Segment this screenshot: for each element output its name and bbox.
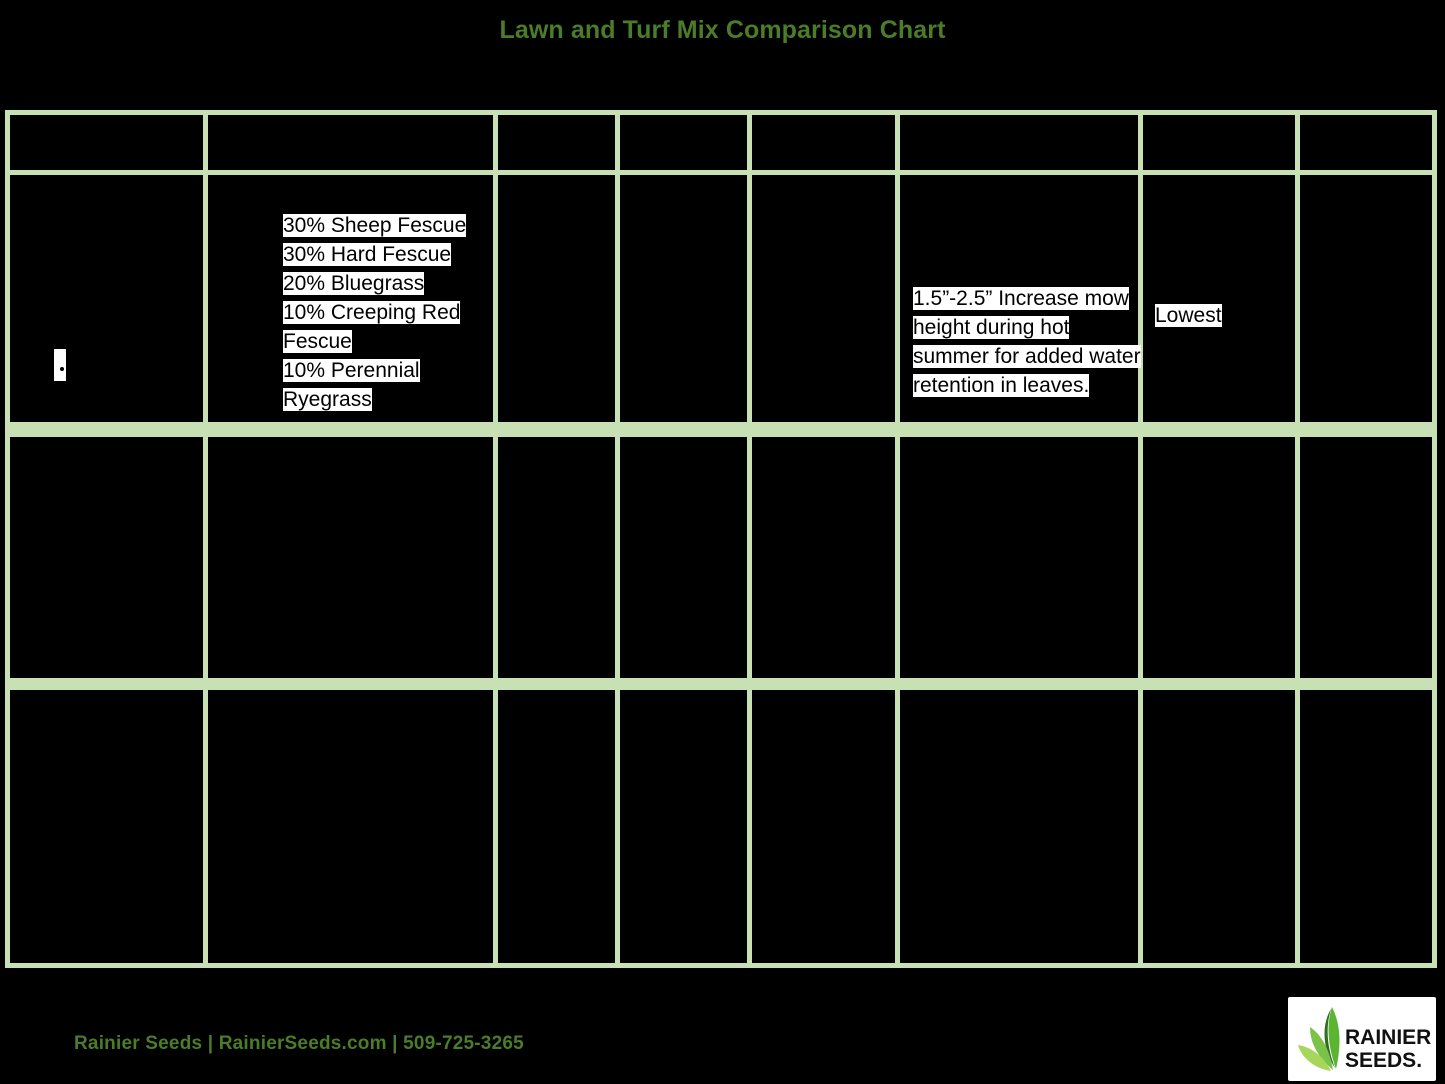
render-artifact-dot: [60, 367, 64, 371]
table-row: [900, 690, 1138, 963]
table-header-cell: [1143, 115, 1295, 170]
render-artifact: [54, 349, 66, 381]
table-row: [752, 690, 895, 963]
water-need-text: Lowest: [1155, 304, 1222, 327]
comparison-table: 30% Sheep Fescue 30% Hard Fescue 20% Blu…: [5, 110, 1437, 968]
table-row: [208, 437, 493, 678]
table-row: [620, 175, 747, 422]
table-row: [1300, 437, 1432, 678]
table-row: [752, 437, 895, 678]
table-row: [620, 437, 747, 678]
page-title: Lawn and Turf Mix Comparison Chart: [499, 16, 946, 44]
table-row: [752, 175, 895, 422]
table-row: [1300, 690, 1432, 963]
table-header-cell: [752, 115, 895, 170]
table-row: [620, 690, 747, 963]
table-row: [900, 437, 1138, 678]
table-grid: 30% Sheep Fescue 30% Hard Fescue 20% Blu…: [5, 110, 1437, 968]
table-header-cell: [620, 115, 747, 170]
table-header-cell: [900, 115, 1138, 170]
table-header-cell: [498, 115, 615, 170]
footer-contact-text: Rainier Seeds | RainierSeeds.com | 509-7…: [74, 1033, 524, 1054]
table-row: [498, 690, 615, 963]
table-row: [1143, 690, 1295, 963]
table-header-cell: [1300, 115, 1432, 170]
table-row: [10, 690, 203, 963]
mix-components-text: 30% Sheep Fescue 30% Hard Fescue 20% Blu…: [283, 214, 467, 411]
table-row: [498, 175, 615, 422]
table-row: [10, 175, 203, 422]
logo-wordmark-line1: RAINIER: [1345, 1026, 1431, 1049]
table-row: [208, 690, 493, 963]
logo-graphic: RAINIER SEEDS.: [1298, 1007, 1431, 1072]
table-header-cell: [208, 115, 493, 170]
logo-wordmark-line2: SEEDS.: [1345, 1049, 1422, 1072]
rainier-seeds-logo: RAINIER SEEDS.: [1288, 997, 1436, 1081]
table-row: [1300, 175, 1432, 422]
table-row: [10, 437, 203, 678]
table-header-cell: [10, 115, 203, 170]
mow-height-text: 1.5”-2.5” Increase mow height during hot…: [913, 287, 1141, 397]
table-row: [1143, 437, 1295, 678]
table-row: [498, 437, 615, 678]
